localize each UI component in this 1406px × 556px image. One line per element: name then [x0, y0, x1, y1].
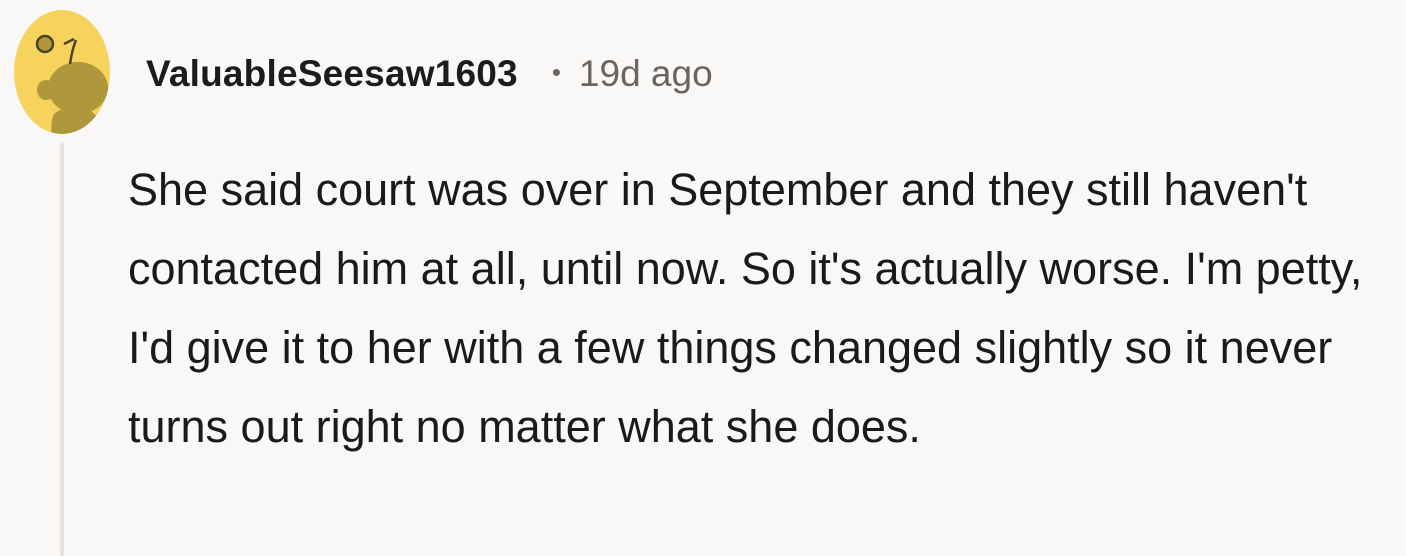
separator-dot: • [551, 56, 561, 87]
thread-line[interactable] [60, 143, 64, 556]
comment-meta: ValuableSeesaw1603 • 19d ago [146, 48, 713, 100]
snoo-avatar-icon [14, 10, 110, 134]
comment: ValuableSeesaw1603 • 19d ago She said co… [0, 0, 1406, 556]
user-avatar-icon[interactable] [14, 10, 111, 135]
username-link[interactable]: ValuableSeesaw1603 [146, 53, 518, 95]
comment-body: She said court was over in September and… [128, 164, 1363, 452]
timestamp[interactable]: 19d ago [579, 53, 713, 95]
